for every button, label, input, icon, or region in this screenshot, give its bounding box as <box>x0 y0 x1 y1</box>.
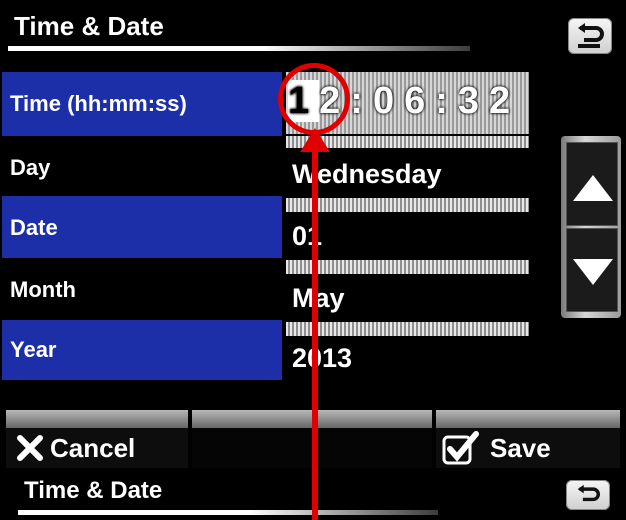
close-icon <box>17 435 43 461</box>
highlight-circle <box>278 63 350 135</box>
footer-back-button[interactable] <box>566 480 610 510</box>
annotation-arrow <box>312 134 318 520</box>
arrow-head-icon <box>300 128 330 152</box>
row-label-month: Month <box>2 258 282 322</box>
checkbox-checked-icon <box>442 431 479 465</box>
row-label-year: Year <box>2 320 282 380</box>
save-button-top <box>436 410 620 428</box>
row-label-date: Date <box>2 196 282 260</box>
date-value[interactable]: 01 <box>286 212 529 258</box>
cancel-button[interactable]: Cancel <box>6 428 188 468</box>
row-label-day: Day <box>2 136 282 200</box>
cancel-button-top <box>6 410 188 428</box>
cancel-label: Cancel <box>50 432 136 463</box>
scroll-up-button[interactable] <box>566 142 618 226</box>
day-value[interactable]: Wednesday <box>286 148 529 196</box>
back-button[interactable] <box>568 18 612 54</box>
row-label-time: Time (hh:mm:ss) <box>2 72 282 136</box>
scroll-down-button[interactable] <box>566 228 618 312</box>
year-value[interactable]: 2013 <box>286 336 529 380</box>
back-arrow-icon <box>577 484 600 502</box>
triangle-up-icon <box>573 175 613 201</box>
month-value[interactable]: May <box>286 274 529 320</box>
year-field-bg <box>286 322 529 336</box>
seconds-value[interactable]: 32 <box>458 80 520 122</box>
date-field-bg <box>286 198 529 212</box>
footer-underline <box>18 510 438 515</box>
title-underline <box>8 46 470 51</box>
time-separator: : <box>435 80 458 122</box>
time-separator: : <box>350 80 373 122</box>
page-title: Time & Date <box>14 11 164 41</box>
footer-title: Time & Date <box>24 477 163 504</box>
back-arrow-icon <box>578 23 604 48</box>
minutes-value[interactable]: 06 <box>373 80 435 122</box>
save-label: Save <box>490 432 551 463</box>
save-button[interactable]: Save <box>436 428 620 468</box>
month-field-bg <box>286 260 529 274</box>
triangle-down-icon <box>573 259 613 285</box>
